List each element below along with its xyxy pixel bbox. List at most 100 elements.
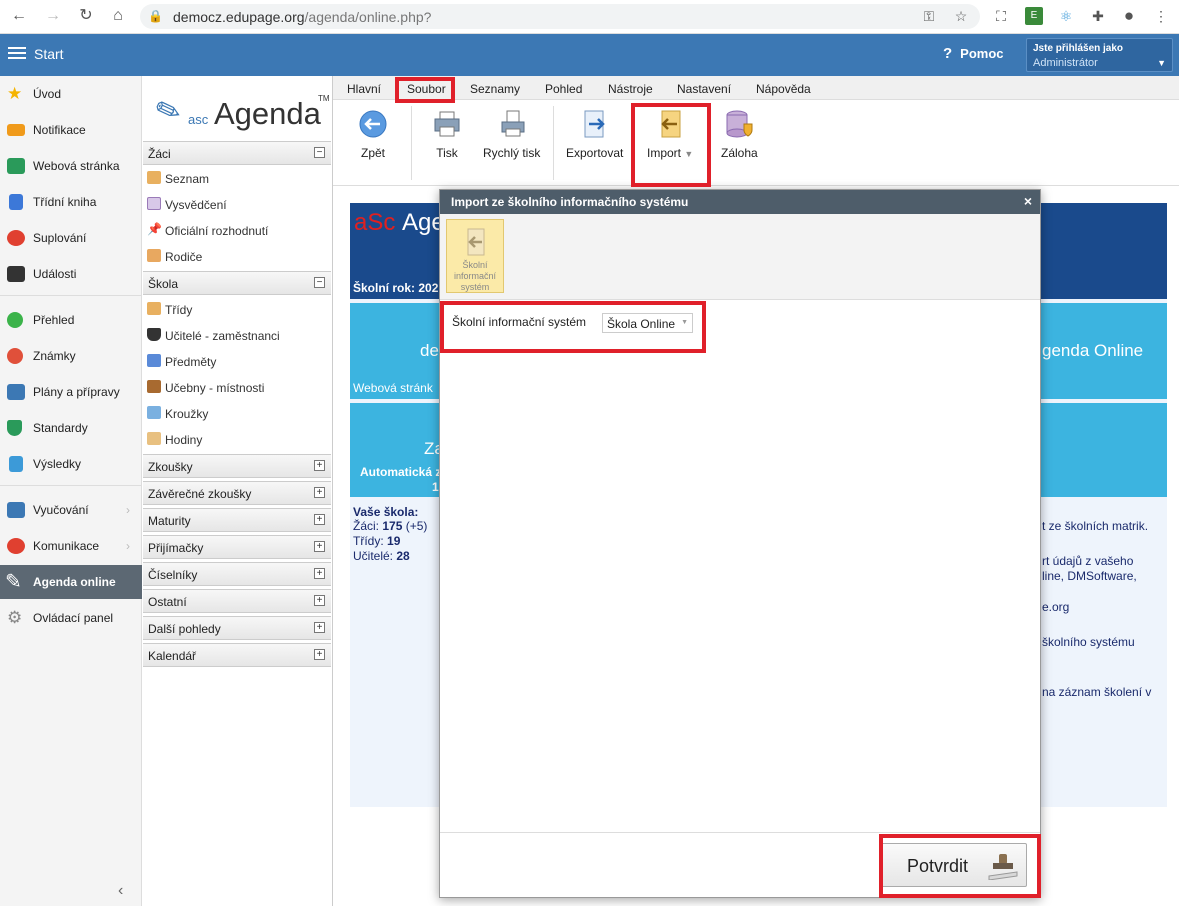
nav-item-prehled[interactable]: Přehled [0, 303, 142, 337]
nav-item-uvod[interactable]: ★ Úvod [0, 77, 142, 111]
nav-item-plany[interactable]: Plány a přípravy [0, 375, 142, 409]
collapse-icon[interactable]: − [314, 147, 325, 158]
home-icon[interactable]: ⌂ [107, 5, 129, 27]
section-ostatni[interactable]: Ostatní + [143, 589, 331, 613]
sidebar-item-tridy[interactable]: Třídy [145, 296, 331, 322]
section-dalsi-pohledy[interactable]: Další pohledy + [143, 616, 331, 640]
nav-item-znamky[interactable]: Známky [0, 339, 142, 373]
school-system-label: Školní informační systém [453, 260, 497, 292]
class-icon [147, 302, 161, 315]
sidebar-item-vysvedceni[interactable]: Vysvědčení [145, 191, 331, 217]
logo-tm: TM [318, 94, 330, 103]
board-icon [7, 502, 25, 518]
tab-nastaveni[interactable]: Nastavení [677, 82, 731, 96]
collapse-chevron-icon[interactable]: ‹ [118, 882, 123, 900]
nav-item-standardy[interactable]: Standardy [0, 411, 142, 445]
section-kalendar[interactable]: Kalendář + [143, 643, 331, 667]
expand-icon[interactable]: + [314, 487, 325, 498]
banner-asc: aSc [354, 209, 396, 236]
nav-item-komunikace[interactable]: Komunikace › [0, 529, 142, 563]
door-icon [147, 380, 161, 393]
section-skola[interactable]: Škola − [143, 271, 331, 295]
sidebar-item-oficialni-rozhodnuti[interactable]: 📌 Oficiální rozhodnutí [145, 217, 331, 243]
hamburger-icon[interactable] [8, 44, 26, 64]
nav-item-notifikace[interactable]: Notifikace [0, 113, 142, 147]
close-icon[interactable]: × [1024, 193, 1032, 209]
sidebar-item-ucitele[interactable]: Učitelé - zaměstnanci [145, 322, 331, 348]
print-button[interactable]: Tisk [432, 110, 462, 174]
graduation-cap-icon [147, 328, 161, 341]
sidebar-item-hodiny[interactable]: Hodiny [145, 426, 331, 452]
section-zkousky[interactable]: Zkoušky + [143, 454, 331, 478]
club-icon [147, 406, 161, 419]
ribbon-separator [411, 106, 412, 180]
logo-pen-icon: ✎ [151, 91, 187, 132]
print-label: Tisk [436, 146, 458, 160]
highlight-school-system [440, 301, 706, 353]
profile-icon[interactable]: ● [1120, 7, 1138, 25]
expand-icon[interactable]: + [314, 649, 325, 660]
expand-icon[interactable]: + [314, 568, 325, 579]
back-button[interactable]: Zpět [358, 110, 388, 174]
nav-item-udalosti[interactable]: Události [0, 257, 142, 291]
bookmark-star-icon[interactable]: ☆ [952, 7, 970, 25]
nav-item-vyucovani[interactable]: Vyučování › [0, 493, 142, 527]
key-icon[interactable]: ⚿ [920, 7, 938, 25]
collapse-icon[interactable]: − [314, 277, 325, 288]
quick-printer-icon [501, 110, 525, 137]
kebab-menu-icon[interactable]: ⋮ [1152, 7, 1170, 25]
sidebar-item-krouzky[interactable]: Kroužky [145, 400, 331, 426]
back-arrow-icon[interactable]: ← [8, 5, 30, 27]
section-prijimacky[interactable]: Přijímačky + [143, 535, 331, 559]
nav-item-tridni-kniha[interactable]: Třídní kniha [0, 185, 142, 219]
dialog-toolbar: Školní informační systém [440, 214, 1040, 300]
nav-item-agenda-online[interactable]: ✎ Agenda online [0, 565, 142, 599]
expand-icon[interactable]: + [314, 460, 325, 471]
screenshot-icon[interactable]: ⛶ [992, 7, 1010, 25]
expand-icon[interactable]: + [314, 514, 325, 525]
sidebar-item-seznam[interactable]: Seznam [145, 165, 331, 191]
tab-nastroje[interactable]: Nástroje [608, 82, 653, 96]
nav-item-ovladaci-panel[interactable]: ⚙ Ovládací panel [0, 601, 142, 635]
tab-napoveda[interactable]: Nápověda [756, 82, 811, 96]
export-label: Exportovat [566, 146, 624, 160]
extension-e7-icon[interactable]: E [1025, 7, 1043, 25]
calendar-icon [7, 266, 25, 282]
expand-icon[interactable]: + [314, 622, 325, 633]
tab-pohled[interactable]: Pohled [545, 82, 582, 96]
section-maturity[interactable]: Maturity + [143, 508, 331, 532]
section-zaci[interactable]: Žáci − [143, 141, 331, 165]
tab-seznamy[interactable]: Seznamy [470, 82, 520, 96]
quick-print-button[interactable]: Rychlý tisk [483, 110, 540, 174]
sidebar-item-predmety[interactable]: Předměty [145, 348, 331, 374]
browser-bar: ← → ↻ ⌂ 🔒 democz.edupage.org/agenda/onli… [0, 0, 1179, 34]
reload-icon[interactable]: ↻ [75, 5, 97, 27]
highlight-import [631, 103, 711, 187]
nav-item-suplovani[interactable]: Suplování [0, 221, 142, 255]
expand-icon[interactable]: + [314, 595, 325, 606]
app-topbar: Start ? Pomoc Jste přihlášen jako Adminis… [0, 34, 1179, 76]
forward-arrow-icon[interactable]: → [42, 5, 64, 27]
tab-hlavni[interactable]: Hlavní [347, 82, 381, 96]
react-icon[interactable]: ⚛ [1057, 7, 1075, 25]
sidebar-item-rodice[interactable]: Rodiče [145, 243, 331, 269]
school-system-button[interactable]: Školní informační systém [446, 219, 504, 293]
nav-label: Ovládací panel [33, 611, 114, 625]
database-shield-icon [726, 110, 753, 138]
backup-button[interactable]: Záloha [721, 110, 758, 174]
section-ciselniky[interactable]: Číselníky + [143, 562, 331, 586]
nav-item-vysledky[interactable]: Výsledky [0, 447, 142, 481]
sidebar-item-ucebny[interactable]: Učebny - místnosti [145, 374, 331, 400]
help-button[interactable]: ? Pomoc [943, 45, 1004, 62]
puzzle-icon[interactable]: ✚ [1089, 7, 1107, 25]
export-button[interactable]: Exportovat [566, 110, 623, 174]
nav-item-webova-stranka[interactable]: Webová stránka [0, 149, 142, 183]
user-menu[interactable]: Jste přihlášen jako Administrátor ▼ [1026, 38, 1173, 72]
start-label[interactable]: Start [34, 46, 64, 62]
expand-icon[interactable]: + [314, 541, 325, 552]
address-bar[interactable]: 🔒 democz.edupage.org/agenda/online.php? … [140, 4, 980, 29]
section-zaverecne-zkousky[interactable]: Závěrečné zkoušky + [143, 481, 331, 505]
agenda-logo: ✎ asc Agenda TM [151, 84, 330, 134]
help-label: Pomoc [960, 46, 1004, 61]
section-label: Přijímačky [148, 541, 204, 555]
